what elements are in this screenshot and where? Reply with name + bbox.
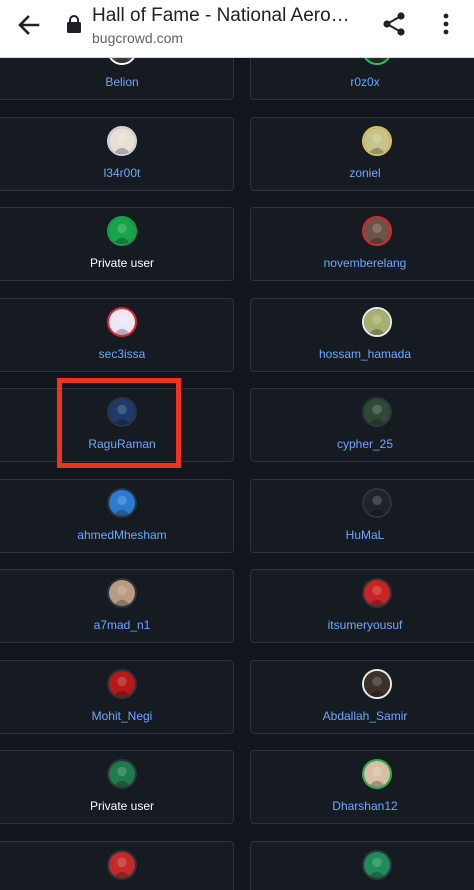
share-icon[interactable] xyxy=(380,10,408,38)
avatar-image-icon xyxy=(364,308,390,335)
researcher-card[interactable]: r0z0x xyxy=(250,58,474,100)
avatar-image-icon xyxy=(109,670,135,697)
more-options-icon[interactable] xyxy=(432,10,460,38)
avatar xyxy=(362,487,392,518)
avatar xyxy=(107,487,137,518)
avatar-image-icon xyxy=(109,399,135,425)
username-link[interactable]: cypher_25 xyxy=(251,437,474,451)
avatar-image-icon xyxy=(364,761,390,787)
avatar xyxy=(362,216,392,246)
avatar xyxy=(362,668,392,699)
avatar-image-icon xyxy=(364,670,390,697)
avatar xyxy=(362,397,392,427)
username-link[interactable]: zoniel xyxy=(251,166,474,180)
researcher-grid: Belion r0z0x l34r00t zoniel Private user nove… xyxy=(0,58,474,890)
avatar xyxy=(362,578,392,608)
avatar-image-icon xyxy=(109,851,135,878)
avatar xyxy=(107,849,137,880)
username-link[interactable]: r0z0x xyxy=(251,75,474,89)
avatar-image-icon xyxy=(364,58,390,63)
researcher-card[interactable] xyxy=(250,840,474,890)
avatar-image-icon xyxy=(364,489,390,516)
researcher-card[interactable]: cypher_25 xyxy=(250,388,474,462)
researcher-row: Private user novemberelang xyxy=(0,207,474,298)
username-link[interactable]: Belion xyxy=(0,75,233,89)
researcher-card[interactable]: Dharshan12 xyxy=(250,750,474,824)
researcher-card[interactable]: sec3issa xyxy=(0,297,234,372)
hall-of-fame-list[interactable]: Belion r0z0x l34r00t zoniel Private user nove… xyxy=(0,58,474,890)
avatar-image-icon xyxy=(109,489,135,516)
researcher-row: a7mad_n1 itsumeryousuf xyxy=(0,569,474,660)
researcher-card[interactable]: Abdallah_Samir xyxy=(250,659,474,734)
avatar-image-icon xyxy=(109,761,135,787)
avatar-image-icon xyxy=(109,580,135,606)
researcher-card[interactable]: l34r00t xyxy=(0,116,234,191)
avatar xyxy=(362,849,392,880)
page-title[interactable]: Hall of Fame - National Aero… xyxy=(92,5,362,27)
username-link[interactable]: HuMaL xyxy=(251,528,474,542)
avatar xyxy=(362,759,392,789)
researcher-card[interactable]: zoniel xyxy=(250,116,474,191)
researcher-row: Private user Dharshan12 xyxy=(0,750,474,841)
researcher-card[interactable]: Private user xyxy=(0,750,234,824)
avatar xyxy=(107,668,137,699)
researcher-row: Belion r0z0x xyxy=(0,58,474,117)
back-arrow-icon[interactable] xyxy=(14,10,44,40)
researcher-card[interactable]: novemberelang xyxy=(250,207,474,281)
avatar xyxy=(107,306,137,337)
researcher-card[interactable] xyxy=(0,840,234,890)
avatar-image-icon xyxy=(364,218,390,244)
username-link[interactable]: Mohit_Negi xyxy=(0,709,233,723)
avatar xyxy=(107,58,137,65)
avatar xyxy=(107,125,137,156)
researcher-card[interactable]: itsumeryousuf xyxy=(250,569,474,643)
researcher-card[interactable]: Belion xyxy=(0,58,234,100)
researcher-card[interactable]: Mohit_Negi xyxy=(0,659,234,734)
lock-icon xyxy=(67,15,81,33)
avatar xyxy=(362,306,392,337)
private-user-label: Private user xyxy=(89,799,155,813)
researcher-row: RaguRaman cypher_25 xyxy=(0,388,474,479)
avatar-image-icon xyxy=(364,851,390,878)
avatar-image-icon xyxy=(109,58,135,63)
username-link[interactable]: hossam_hamada xyxy=(251,347,474,361)
username-link[interactable]: sec3issa xyxy=(0,347,233,361)
username-link[interactable]: itsumeryousuf xyxy=(251,618,474,632)
avatar xyxy=(107,578,137,608)
researcher-card[interactable]: ahmedMhesham xyxy=(0,478,234,553)
researcher-card[interactable]: a7mad_n1 xyxy=(0,569,234,643)
username-link[interactable]: RaguRaman xyxy=(0,437,233,451)
username-link[interactable]: Dharshan12 xyxy=(251,799,474,813)
avatar-image-icon xyxy=(364,127,390,154)
username-link[interactable]: l34r00t xyxy=(0,166,233,180)
researcher-card[interactable]: Private user xyxy=(0,207,234,281)
avatar xyxy=(362,58,392,65)
username-link[interactable]: a7mad_n1 xyxy=(0,618,233,632)
avatar-image-icon xyxy=(109,127,135,154)
avatar xyxy=(107,397,137,427)
avatar xyxy=(362,125,392,156)
username-link[interactable]: novemberelang xyxy=(251,256,474,270)
researcher-card[interactable]: RaguRaman xyxy=(0,388,234,462)
researcher-row: l34r00t zoniel xyxy=(0,116,474,208)
browser-toolbar: Hall of Fame - National Aero… bugcrowd.c… xyxy=(0,0,474,58)
avatar-image-icon xyxy=(364,580,390,606)
avatar-image-icon xyxy=(364,399,390,425)
researcher-card[interactable]: HuMaL xyxy=(250,478,474,553)
avatar-image-icon xyxy=(109,308,135,335)
private-user-label: Private user xyxy=(89,256,155,270)
avatar xyxy=(107,216,137,246)
avatar-image-icon xyxy=(109,218,135,244)
researcher-row: Mohit_Negi Abdallah_Samir xyxy=(0,659,474,751)
page-url[interactable]: bugcrowd.com xyxy=(92,30,183,46)
researcher-row: sec3issa hossam_hamada xyxy=(0,297,474,389)
username-link[interactable]: ahmedMhesham xyxy=(0,528,233,542)
username-link[interactable]: Abdallah_Samir xyxy=(251,709,474,723)
researcher-row xyxy=(0,840,474,890)
researcher-row: ahmedMhesham HuMaL xyxy=(0,478,474,570)
avatar xyxy=(107,759,137,789)
researcher-card[interactable]: hossam_hamada xyxy=(250,297,474,372)
